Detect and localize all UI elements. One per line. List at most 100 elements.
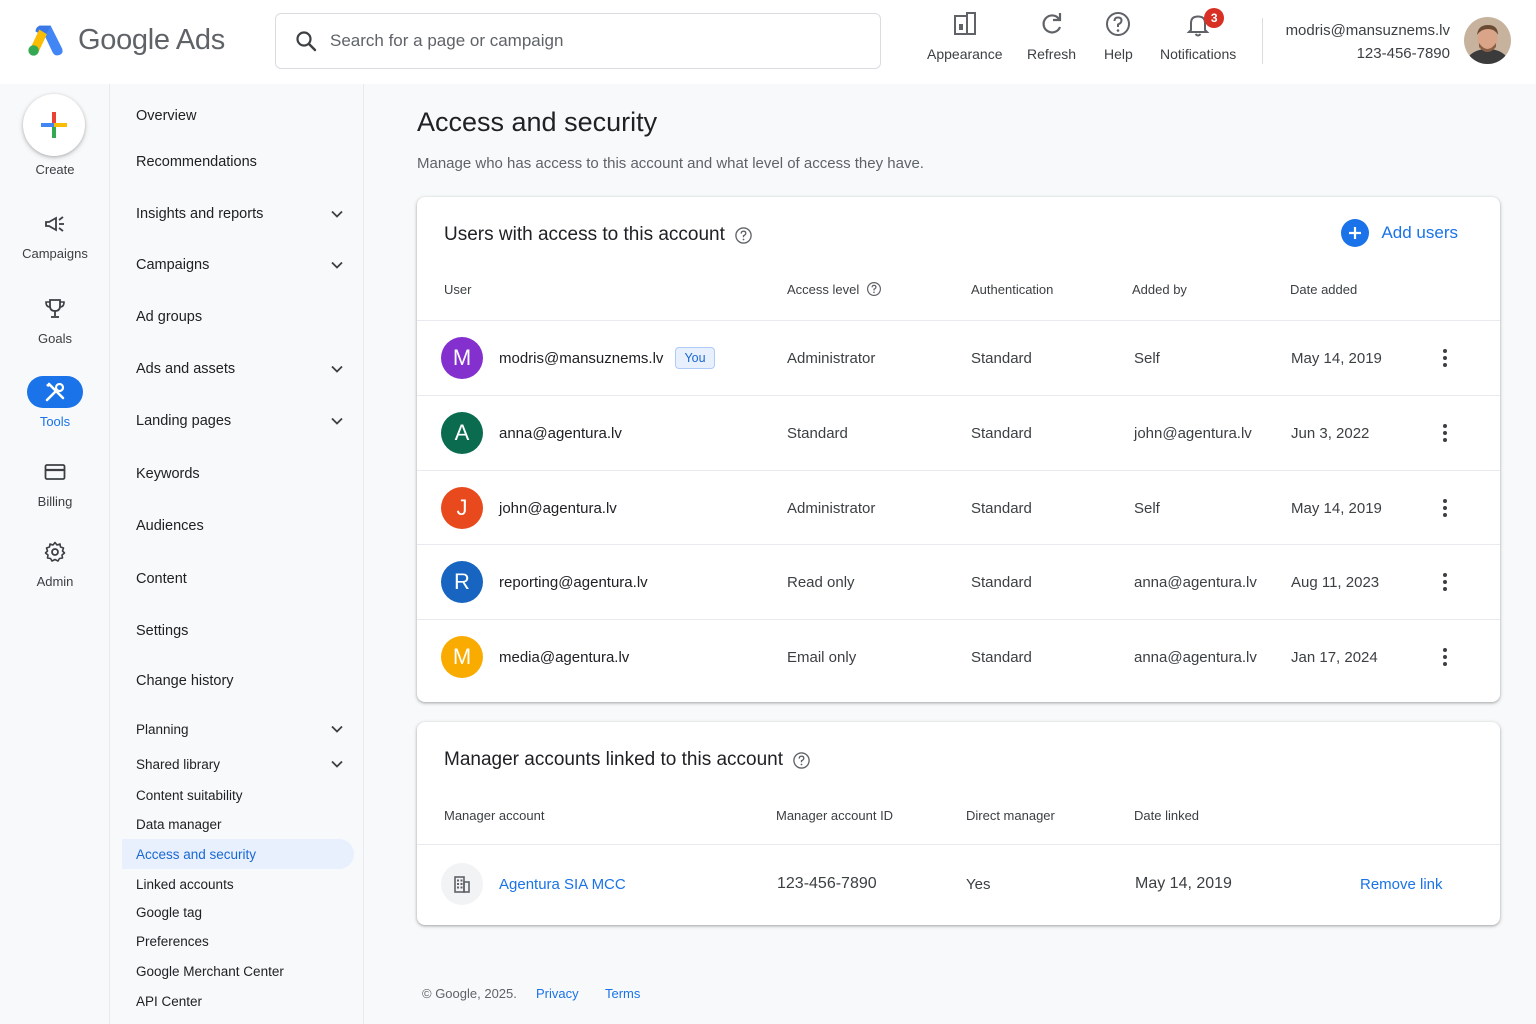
top-bar: Google Ads Appearance Refresh Help [0,0,1536,84]
goals-icon-wrap [27,293,83,325]
nav-item-merchant-center[interactable]: Google Merchant Center [122,957,354,985]
col-header-label: Added by [1132,282,1187,297]
table-row[interactable]: M media@agentura.lv Email only Standard … [417,619,1500,694]
add-users-button[interactable]: Add users [1341,219,1458,247]
chevron-down-icon [331,365,343,373]
nav-item-ad-groups[interactable]: Ad groups [122,302,354,332]
nav-item-preferences[interactable]: Preferences [122,927,354,955]
notifications-button[interactable]: 3 Notifications [1160,8,1236,62]
chevron-down-icon [331,760,343,768]
footer-terms-link[interactable]: Terms [605,986,640,1001]
help-circle-icon[interactable] [792,751,811,770]
search-input[interactable] [330,31,850,51]
more-vert-icon[interactable] [1433,418,1457,448]
side-nav: Overview Recommendations Insights and re… [110,84,364,1024]
chevron-down-icon [331,417,343,425]
added-by: anna@agentura.lv [1134,573,1257,591]
billing-icon-wrap [27,456,83,488]
help-circle-icon[interactable] [734,226,753,245]
add-users-label: Add users [1381,223,1458,242]
nav-item-shared-library[interactable]: Shared library [122,750,354,778]
footer-privacy-link[interactable]: Privacy [536,986,579,1001]
search-bar[interactable] [275,13,881,69]
nav-item-insights[interactable]: Insights and reports [122,199,354,229]
col-header-manager-account[interactable]: Manager account [444,808,544,823]
more-vert-icon[interactable] [1433,493,1457,523]
col-header-manager-id[interactable]: Manager account ID [776,808,893,823]
col-header-access-level[interactable]: Access level [787,281,882,297]
tools-icon [45,382,65,402]
user-cell: R reporting@agentura.lv [441,545,648,619]
profile-photo [1464,17,1511,64]
nav-label: Preferences [136,933,209,949]
rail-item-goals[interactable]: Goals [0,293,110,346]
nav-item-campaigns[interactable]: Campaigns [122,250,354,280]
user-cell: J john@agentura.lv [441,471,617,545]
nav-label: Insights and reports [136,206,264,222]
more-vert-icon[interactable] [1433,642,1457,672]
profile-avatar[interactable] [1464,17,1511,64]
nav-item-overview[interactable]: Overview [122,101,354,131]
table-row[interactable]: Agentura SIA MCC 123-456-7890 Yes May 14… [417,844,1500,924]
col-header-label: Access level [787,281,860,297]
rail-item-billing[interactable]: Billing [0,456,110,509]
col-header-date-added[interactable]: Date added [1290,282,1357,297]
col-header-direct-manager[interactable]: Direct manager [966,808,1055,823]
more-vert-icon[interactable] [1433,567,1457,597]
help-circle-icon[interactable] [866,281,882,297]
table-row[interactable]: J john@agentura.lv Administrator Standar… [417,470,1500,545]
account-email: modris@mansuznems.lv [1285,22,1450,39]
col-header-label: Date added [1290,282,1358,297]
date-added: Jan 17, 2024 [1291,648,1378,666]
appearance-icon [953,12,976,35]
table-row[interactable]: M modris@mansuznems.lv You Administrator… [417,320,1500,395]
nav-item-planning[interactable]: Planning [122,715,354,743]
nav-label: Content [136,571,187,587]
authentication: Standard [971,573,1032,591]
nav-item-content-suitability[interactable]: Content suitability [122,781,354,809]
appearance-button[interactable]: Appearance [927,10,1003,62]
account-info[interactable]: modris@mansuznems.lv 123-456-7890 [1286,19,1450,65]
nav-item-access-security[interactable]: Access and security [122,839,354,869]
access-level: Administrator [787,499,876,517]
remove-link-button[interactable]: Remove link [1360,845,1443,923]
nav-item-change-history[interactable]: Change history [122,666,354,696]
create-button[interactable] [23,94,85,156]
nav-label: Google Merchant Center [136,963,284,979]
nav-item-linked-accounts[interactable]: Linked accounts [122,870,354,898]
google-ads-logo[interactable]: Google Ads [26,22,225,58]
added-by: john@agentura.lv [1134,424,1252,442]
more-vert-icon[interactable] [1433,343,1457,373]
nav-item-google-tag[interactable]: Google tag [122,898,354,926]
user-email: anna@agentura.lv [499,424,622,442]
help-button[interactable]: Help [1104,10,1133,62]
nav-item-audiences[interactable]: Audiences [122,511,354,541]
nav-item-landing-pages[interactable]: Landing pages [122,406,354,436]
table-row[interactable]: A anna@agentura.lv Standard Standard joh… [417,395,1500,470]
col-header-date-linked[interactable]: Date linked [1134,808,1199,823]
tools-icon-wrap [27,376,83,408]
manager-account-link[interactable]: Agentura SIA MCC [499,876,626,893]
col-header-added-by[interactable]: Added by [1132,282,1187,297]
user-email: john@agentura.lv [499,499,617,517]
nav-item-content[interactable]: Content [122,564,354,594]
chevron-down-icon [331,210,343,218]
nav-item-api-center[interactable]: API Center [122,987,354,1015]
col-header-authentication[interactable]: Authentication [971,282,1053,297]
nav-item-keywords[interactable]: Keywords [122,459,354,489]
nav-item-data-manager[interactable]: Data manager [122,810,354,838]
refresh-button[interactable]: Refresh [1027,10,1076,62]
nav-item-settings[interactable]: Settings [122,616,354,646]
help-icon [1106,12,1131,36]
nav-item-ads-assets[interactable]: Ads and assets [122,354,354,384]
col-header-label: Date linked [1134,808,1200,823]
refresh-icon [1041,13,1061,34]
rail-item-tools[interactable]: Tools [0,376,110,429]
rail-item-admin[interactable]: Admin [0,536,110,589]
chevron-down-icon [331,725,343,733]
access-level: Standard [787,424,848,442]
col-header-user[interactable]: User [444,282,471,297]
table-row[interactable]: R reporting@agentura.lv Read only Standa… [417,544,1500,619]
rail-item-campaigns[interactable]: Campaigns [0,208,110,261]
nav-item-recommendations[interactable]: Recommendations [122,147,354,177]
